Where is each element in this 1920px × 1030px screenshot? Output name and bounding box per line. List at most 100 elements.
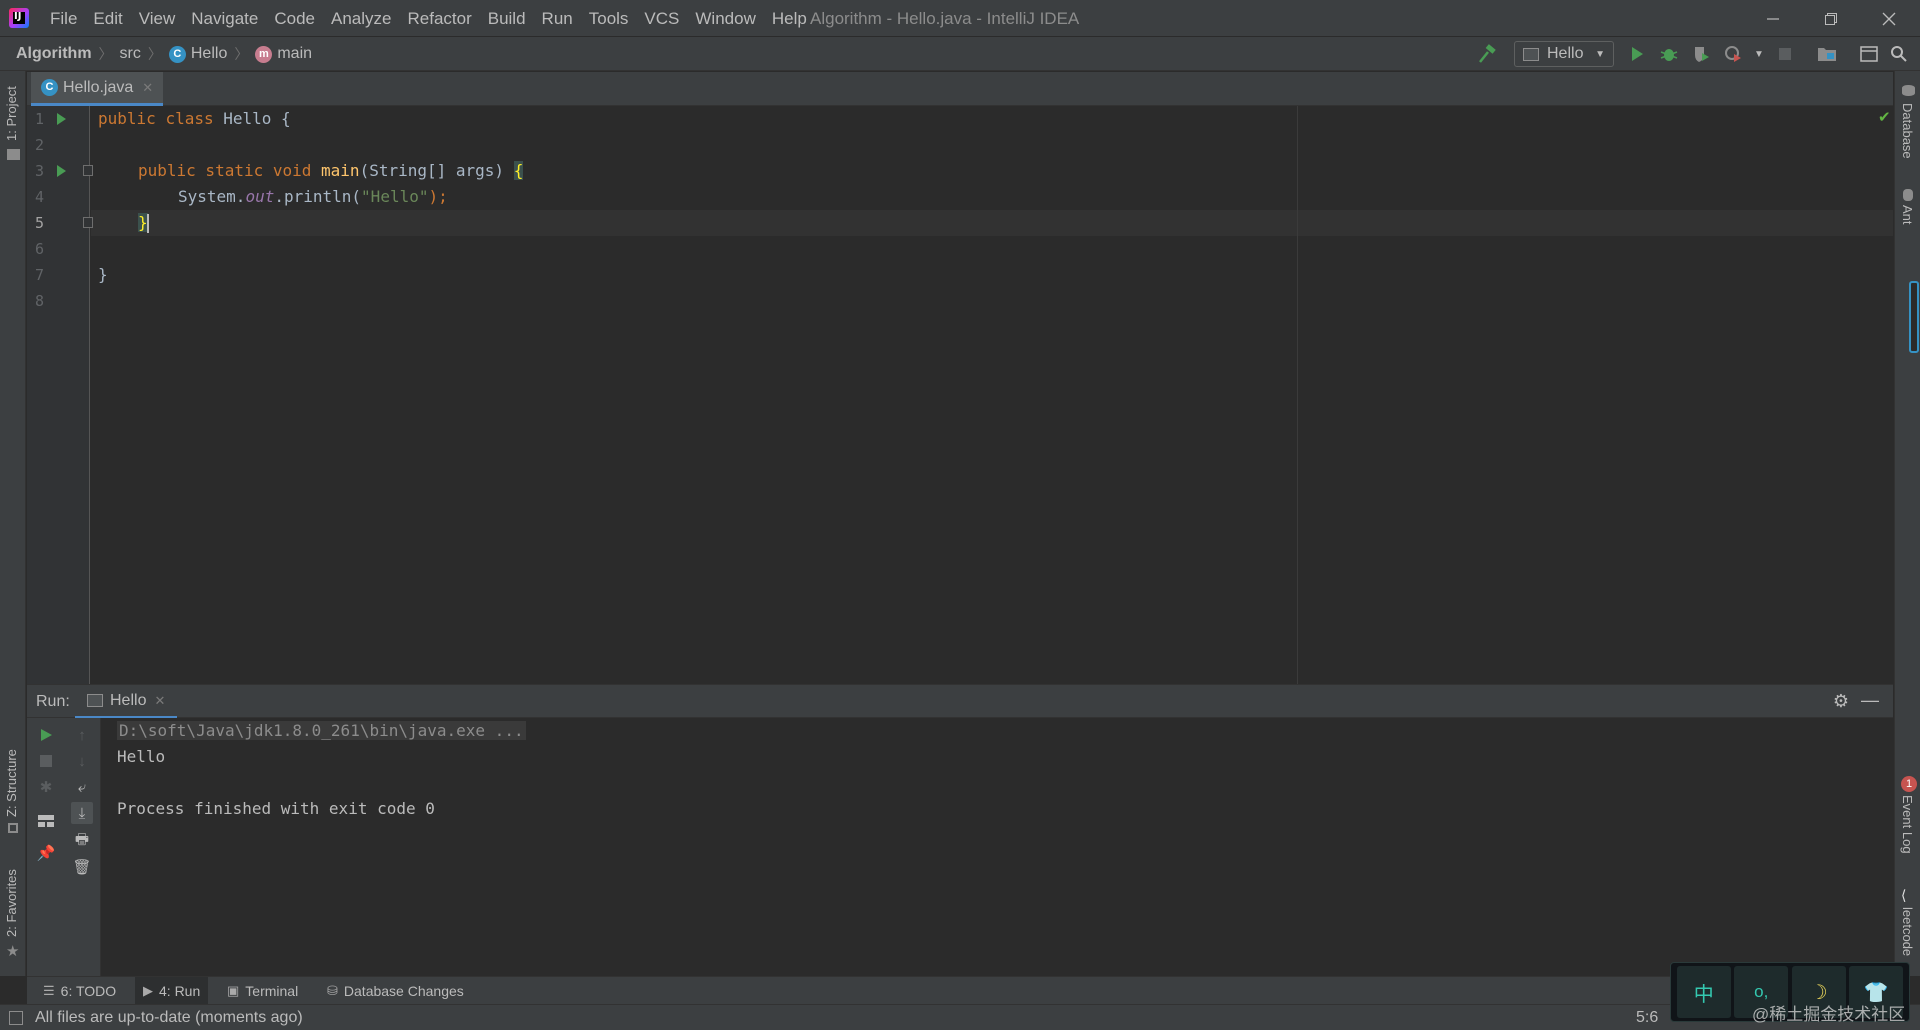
tab-todo[interactable]: ☰ 6: TODO xyxy=(35,977,124,1005)
pin-button[interactable]: 📌 xyxy=(35,842,57,864)
tab-hello-java[interactable]: C Hello.java ✕ xyxy=(31,72,164,106)
close-window-button[interactable] xyxy=(1860,0,1918,37)
minimize-icon xyxy=(1767,17,1779,20)
shield-run-icon xyxy=(1695,47,1709,62)
tab-run[interactable]: ▶ 4: Run xyxy=(135,977,209,1005)
crumb-separator-icon: 〉 xyxy=(98,46,113,62)
run-tab-label: Hello xyxy=(110,691,147,709)
menu-run[interactable]: Run xyxy=(534,9,581,29)
debug-button[interactable] xyxy=(1658,43,1680,65)
rerun-button[interactable] xyxy=(35,724,57,746)
intellij-logo-icon: IJ xyxy=(9,8,29,28)
leetcode-tool-button[interactable]: leetcode xyxy=(1900,907,1915,956)
arrow-down-icon: ↓ xyxy=(78,752,86,770)
ant-tool-label: Ant xyxy=(1900,205,1915,225)
menu-vcs[interactable]: VCS xyxy=(636,9,687,29)
code-editor[interactable]: 1 2 3 4 5 6 7 8 public class Hello { pub… xyxy=(27,106,1893,684)
crumb-class[interactable]: C Hello xyxy=(168,45,227,63)
tab-terminal[interactable]: ▣ Terminal xyxy=(219,977,306,1005)
bottom-tool-tabs: ☰ 6: TODO ▶ 4: Run ▣ Terminal ⛁ Database Cha… xyxy=(27,976,1893,1005)
build-hammer-button[interactable] xyxy=(1476,43,1498,65)
scroll-up-button[interactable]: ↑ xyxy=(71,724,93,746)
text-caret xyxy=(146,214,149,233)
search-everywhere-button[interactable] xyxy=(1888,43,1910,65)
event-log-tool-button[interactable]: Event Log xyxy=(1900,795,1915,854)
run-gutter-icon[interactable] xyxy=(57,165,66,177)
structure-tool-button[interactable]: Z: Structure xyxy=(4,749,19,817)
params: (String[] args) xyxy=(359,161,514,180)
trash-icon: 🗑 xyxy=(72,859,92,876)
console-command[interactable]: D:\soft\Java\jdk1.8.0_261\bin\java.exe .… xyxy=(117,721,526,740)
structure-icon xyxy=(8,823,18,833)
run-panel-label: Run: xyxy=(36,693,70,710)
line-number: 6 xyxy=(35,240,45,258)
profile-button[interactable] xyxy=(1722,43,1744,65)
stop-button[interactable] xyxy=(35,750,57,772)
ime-language-button[interactable]: 中 xyxy=(1676,966,1731,1018)
menu-build[interactable]: Build xyxy=(480,9,534,29)
star-icon: ★ xyxy=(6,943,20,960)
minimize-panel-icon[interactable]: — xyxy=(1861,690,1879,711)
menu-edit[interactable]: Edit xyxy=(85,9,130,29)
fold-icon[interactable] xyxy=(83,165,93,176)
tab-database-changes-label: Database Changes xyxy=(343,983,464,999)
menu-window[interactable]: Window xyxy=(687,9,763,29)
profile-dropdown-button[interactable]: ▼ xyxy=(1748,43,1770,65)
menu-code[interactable]: Code xyxy=(266,9,323,29)
project-tool-button[interactable]: 1: Project xyxy=(4,86,19,141)
scroll-indicator[interactable] xyxy=(1909,281,1919,353)
menu-navigate[interactable]: Navigate xyxy=(183,9,266,29)
crumb-separator-icon: 〉 xyxy=(234,46,249,62)
run-tab-hello[interactable]: Hello ✕ xyxy=(75,685,178,719)
toggle-tool-windows-icon[interactable] xyxy=(9,1011,23,1025)
menu-view[interactable]: View xyxy=(131,9,184,29)
soft-wrap-button[interactable]: ⤶ xyxy=(71,776,93,798)
menu-tools[interactable]: Tools xyxy=(581,9,637,29)
stop-button[interactable] xyxy=(1774,43,1796,65)
project-structure-button[interactable] xyxy=(1816,43,1838,65)
crumb-project[interactable]: Algorithm xyxy=(16,45,92,63)
console-output[interactable]: D:\soft\Java\jdk1.8.0_261\bin\java.exe .… xyxy=(101,718,1893,976)
gutter-line: 8 xyxy=(27,288,90,314)
gear-icon[interactable]: ⚙ xyxy=(1833,691,1849,712)
coverage-button[interactable] xyxy=(1690,43,1712,65)
tab-todo-label: 6: TODO xyxy=(60,983,117,999)
database-tool-button[interactable]: Database xyxy=(1900,103,1915,159)
debug-disabled-button[interactable]: ✱ xyxy=(35,776,57,798)
caret-position[interactable]: 5:6 xyxy=(1636,1009,1658,1027)
scroll-down-button[interactable]: ↓ xyxy=(71,750,93,772)
run-configuration-select[interactable]: Hello ▼ xyxy=(1514,41,1614,67)
run-panel-header: Run: Hello ✕ ⚙ — xyxy=(27,684,1893,719)
restore-button[interactable] xyxy=(1802,0,1860,37)
crumb-src[interactable]: src xyxy=(120,45,141,63)
ant-tool-button[interactable]: Ant xyxy=(1900,205,1915,225)
scroll-to-end-button[interactable]: ⤓ xyxy=(71,802,93,824)
run-toolbar-secondary: ↑ ↓ ⤶ ⤓ 🖶 🗑 xyxy=(63,718,101,976)
tab-database-changes[interactable]: ⛁ Database Changes xyxy=(319,977,472,1005)
close-tab-icon[interactable]: ✕ xyxy=(154,693,165,709)
fold-icon[interactable] xyxy=(83,217,93,228)
presentation-mode-button[interactable] xyxy=(1858,43,1880,65)
layout-button[interactable] xyxy=(35,810,57,832)
print-button[interactable]: 🖶 xyxy=(71,830,93,852)
code-line-3: public static void main(String[] args) { xyxy=(138,158,524,184)
menu-analyze[interactable]: Analyze xyxy=(323,9,399,29)
chevron-down-icon: ▼ xyxy=(1754,48,1764,60)
code-line-1: public class Hello { xyxy=(98,106,291,132)
line-number: 5 xyxy=(35,214,45,232)
run-gutter-icon[interactable] xyxy=(57,113,66,125)
menu-refactor[interactable]: Refactor xyxy=(399,9,479,29)
close-tab-icon[interactable]: ✕ xyxy=(142,80,153,96)
event-log-tool-label: Event Log xyxy=(1900,795,1915,854)
scroll-end-icon: ⤓ xyxy=(78,804,86,822)
minimize-button[interactable] xyxy=(1744,0,1802,37)
clear-all-button[interactable]: 🗑 xyxy=(71,856,93,878)
menu-help[interactable]: Help xyxy=(764,9,815,29)
favorites-tool-label: 2: Favorites xyxy=(4,869,19,937)
favorites-tool-button[interactable]: 2: Favorites xyxy=(4,869,19,937)
run-button[interactable] xyxy=(1626,43,1648,65)
menu-file[interactable]: File xyxy=(42,9,85,29)
crumb-method[interactable]: m main xyxy=(255,45,312,63)
bug-icon xyxy=(1660,49,1678,61)
database-icon xyxy=(1902,85,1915,96)
